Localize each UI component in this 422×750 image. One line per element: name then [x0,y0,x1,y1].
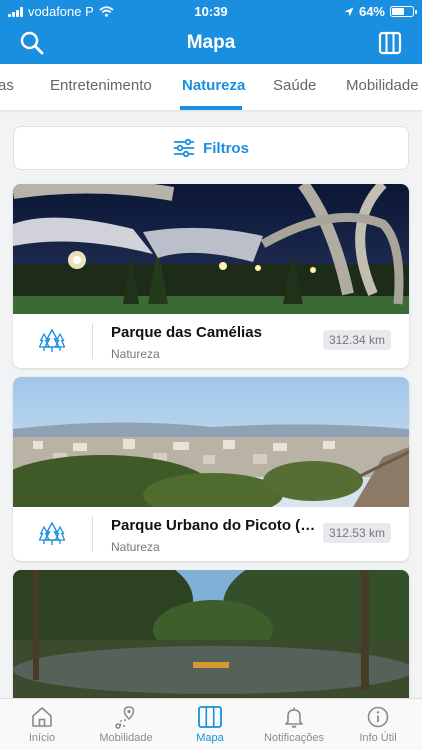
home-icon [32,707,52,727]
route-pin-icon [115,706,135,729]
tab-mobilidade[interactable]: Mobilidade [346,77,419,94]
nav-mapa[interactable]: Mapa [168,705,252,744]
place-card[interactable]: Parque das Camélias Natureza 312.34 km [13,184,409,368]
trees-icon [39,328,65,352]
battery-icon [390,6,417,17]
nav-notificacoes[interactable]: Notificações [252,705,336,744]
bell-icon [285,707,303,728]
filters-button[interactable]: Filtros [13,126,409,170]
page-title: Mapa [186,32,236,53]
tab-previous[interactable]: as [0,77,14,94]
place-card[interactable]: Parque Urbano do Picoto (Mirante) Nature… [13,377,409,561]
place-name: Parque das Camélias [111,324,262,341]
distance-badge: 312.34 km [322,330,391,350]
place-category: Natureza [111,347,160,361]
category-tabs: as Entretenimento Natureza Saúde Mobilid… [0,64,422,110]
nav-label: Info Útil [359,732,397,744]
place-name: Parque Urbano do Picoto (Mirante) [111,517,316,534]
location-arrow-icon [344,7,354,16]
sliders-icon [174,139,195,157]
battery-percent: 64% [358,4,385,19]
card-divider [92,323,93,359]
active-tab-indicator [180,106,242,110]
book-icon[interactable] [376,29,404,57]
tab-entretenimento[interactable]: Entretenimento [50,77,152,94]
nav-inicio[interactable]: Início [0,705,84,744]
status-bar: vodafone P 10:39 64% [0,0,422,22]
nav-label: Início [28,732,56,744]
tab-natureza[interactable]: Natureza [182,77,245,94]
nav-label: Mapa [196,732,224,744]
bottom-tab-bar: Início Mobilidade Mapa Notificações Info… [0,698,422,750]
nav-label: Notificações [264,732,324,744]
place-photo [13,184,409,314]
tab-saude[interactable]: Saúde [273,77,316,94]
nav-mobilidade[interactable]: Mobilidade [84,705,168,744]
info-icon [367,706,389,728]
place-category: Natureza [111,540,160,554]
place-info: Parque Urbano do Picoto (Mirante) Nature… [13,507,409,561]
nav-label: Mobilidade [99,732,153,744]
filters-label: Filtros [203,139,249,157]
card-divider [92,516,93,552]
trees-icon [39,521,65,545]
place-photo [13,377,409,507]
app-header: Mapa [0,22,422,64]
place-photo [13,570,409,700]
distance-badge: 312.53 km [322,523,391,543]
nav-info-util[interactable]: Info Útil [336,705,420,744]
place-info: Parque das Camélias Natureza 312.34 km [13,314,409,368]
map-icon [198,706,222,728]
